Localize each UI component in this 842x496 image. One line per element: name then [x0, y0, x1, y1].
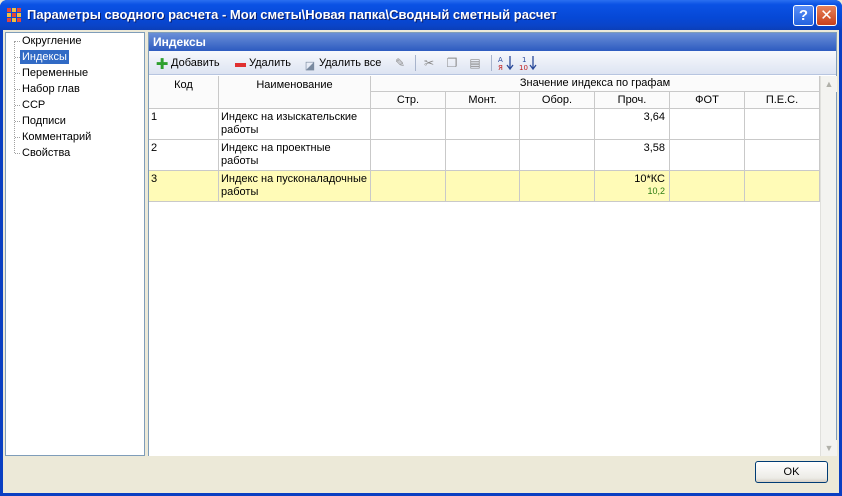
tree-item-variables[interactable]: Переменные — [20, 66, 90, 80]
toolbar-separator — [491, 55, 492, 71]
tree-item-comment[interactable]: Комментарий — [20, 130, 93, 144]
cell-value[interactable] — [745, 109, 820, 140]
tree-item-indexes[interactable]: Индексы — [20, 50, 69, 64]
cell-name[interactable]: Индекс на проектные работы — [219, 140, 371, 171]
vertical-scrollbar[interactable]: ▲ ▼ — [820, 76, 837, 456]
column-header-name[interactable]: Наименование — [219, 76, 371, 109]
cell-code[interactable]: 3 — [149, 171, 219, 202]
help-button[interactable]: ? — [793, 5, 814, 26]
cell-code[interactable]: 1 — [149, 109, 219, 140]
scroll-down-icon[interactable]: ▼ — [821, 440, 837, 456]
cell-value[interactable] — [371, 140, 446, 171]
cell-name[interactable]: Индекс на изыскательские работы — [219, 109, 371, 140]
dialog-body: Округление Индексы Переменные Набор глав… — [3, 30, 839, 493]
formula-result: 10,2 — [647, 186, 665, 196]
cell-formula[interactable]: 10*КС 10,2 — [595, 171, 670, 202]
dialog-window: Параметры сводного расчета - Мои сметы\Н… — [0, 0, 842, 496]
cell-value[interactable] — [520, 109, 595, 140]
cell-value[interactable] — [446, 171, 520, 202]
cell-value[interactable] — [371, 109, 446, 140]
cell-value[interactable] — [371, 171, 446, 202]
delete-all-button[interactable]: ◪ Удалить все — [303, 55, 382, 72]
delete-button[interactable]: Удалить — [233, 55, 291, 71]
tree-item-signatures[interactable]: Подписи — [20, 114, 68, 128]
app-grid-icon — [7, 8, 21, 22]
column-header-fot[interactable]: ФОТ — [670, 92, 745, 109]
cut-icon[interactable]: ✂ — [422, 56, 436, 70]
close-button[interactable]: ✕ — [816, 5, 837, 26]
svg-text:A: A — [498, 56, 503, 64]
svg-text:1: 1 — [522, 56, 526, 64]
svg-text:10: 10 — [519, 64, 528, 72]
title-bar[interactable]: Параметры сводного расчета - Мои сметы\Н… — [0, 0, 842, 30]
cell-value[interactable] — [446, 109, 520, 140]
copy-icon[interactable]: ❐ — [445, 56, 459, 70]
cell-value[interactable] — [745, 140, 820, 171]
close-icon: ✕ — [820, 7, 833, 24]
column-header-mont[interactable]: Монт. — [446, 92, 520, 109]
scroll-up-icon[interactable]: ▲ — [821, 76, 837, 92]
panel-title: Индексы — [149, 33, 836, 51]
clear-format-icon[interactable]: ✎ — [393, 56, 407, 70]
tree-item-ssr[interactable]: ССР — [20, 98, 47, 112]
cell-name[interactable]: Индекс на пусконаладочные работы — [219, 171, 371, 202]
delete-all-button-label: Удалить все — [319, 57, 382, 69]
tree-item-chapter-set[interactable]: Набор глав — [20, 82, 82, 96]
ok-button[interactable]: OK — [755, 461, 828, 483]
column-header-obor[interactable]: Обор. — [520, 92, 595, 109]
cell-code[interactable]: 2 — [149, 140, 219, 171]
cell-value[interactable]: 3,64 — [595, 109, 670, 140]
cell-value[interactable] — [745, 171, 820, 202]
toolbar-separator — [415, 55, 416, 71]
settings-tree[interactable]: Округление Индексы Переменные Набор глав… — [5, 32, 145, 456]
cell-value[interactable] — [670, 140, 745, 171]
tree-item-rounding[interactable]: Округление — [20, 34, 84, 48]
delete-button-label: Удалить — [249, 57, 291, 69]
index-table: Код Наименование Значение индекса по гра… — [149, 76, 820, 456]
window-title: Параметры сводного расчета - Мои сметы\Н… — [27, 7, 557, 22]
cell-value[interactable] — [520, 171, 595, 202]
paste-icon[interactable]: ▤ — [468, 56, 482, 70]
cell-value[interactable] — [670, 171, 745, 202]
cell-value[interactable] — [520, 140, 595, 171]
eraser-icon: ◪ — [304, 60, 316, 72]
toolbar: ✚ Добавить Удалить ◪ Удалить все ✎ ✂ ❐ ▤ A… — [149, 51, 836, 75]
sort-numeric-icon[interactable]: 1 10 — [519, 54, 537, 72]
svg-text:Я: Я — [498, 64, 503, 72]
help-icon: ? — [798, 7, 809, 24]
column-header-proch[interactable]: Проч. — [595, 92, 670, 109]
sort-alpha-icon[interactable]: A Я — [498, 54, 514, 72]
indexes-panel: Индексы ✚ Добавить Удалить ◪ Удалить все ✎… — [148, 32, 837, 456]
cell-value[interactable] — [446, 140, 520, 171]
add-button-label: Добавить — [171, 57, 220, 69]
plus-icon: ✚ — [155, 56, 169, 73]
tree-item-properties[interactable]: Свойства — [20, 146, 72, 160]
formula-text: 10*КС — [634, 173, 665, 185]
column-header-str[interactable]: Стр. — [371, 92, 446, 109]
minus-icon — [233, 59, 247, 73]
cell-value[interactable]: 3,58 — [595, 140, 670, 171]
cell-value[interactable] — [670, 109, 745, 140]
column-group-header: Значение индекса по графам — [371, 76, 820, 92]
column-header-code[interactable]: Код — [149, 76, 219, 109]
column-header-pes[interactable]: П.Е.С. — [745, 92, 820, 109]
add-button[interactable]: ✚ Добавить — [155, 55, 220, 73]
